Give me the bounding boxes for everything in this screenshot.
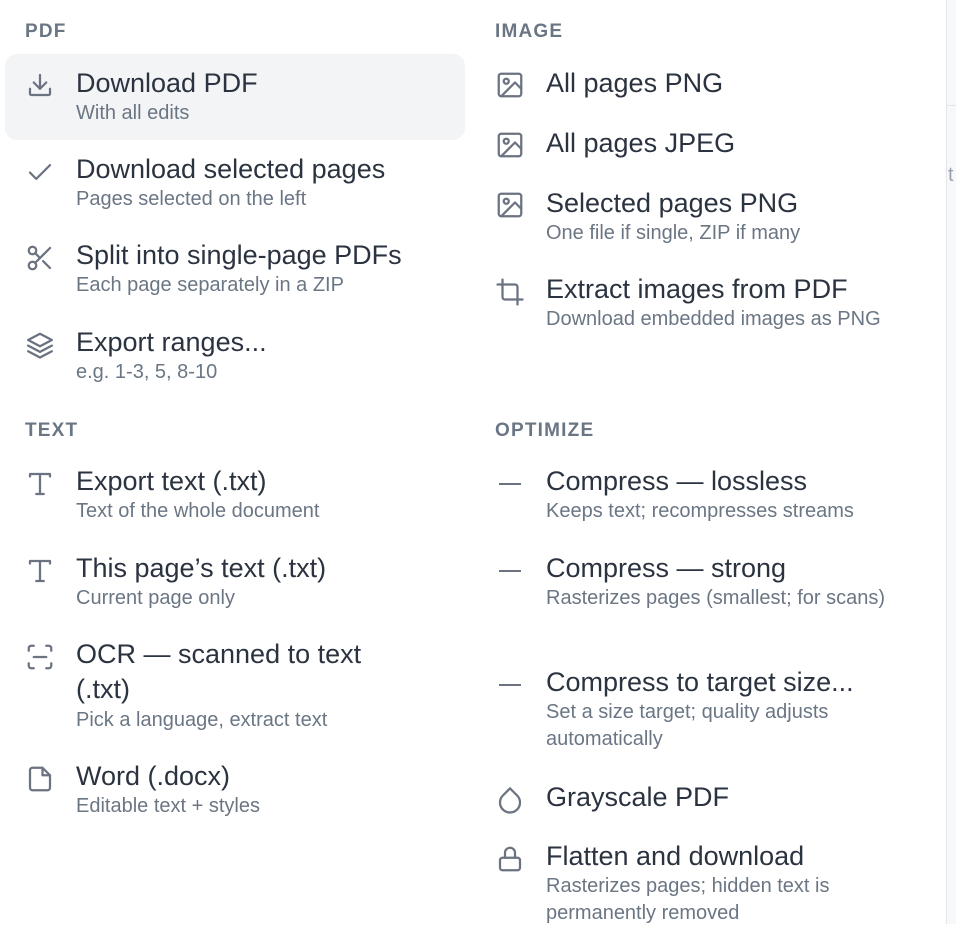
compress-lossless-label: Compress — lossless — [546, 466, 808, 496]
crop-icon — [495, 277, 525, 307]
download-selected-pages-sub: Pages selected on the left — [76, 188, 307, 210]
download-selected-pages-label: Download selected pages — [76, 154, 386, 184]
grayscale-pdf-item[interactable]: Grayscale PDF — [475, 772, 935, 826]
section-title-text: TEXT — [25, 420, 79, 441]
ocr-item[interactable]: OCR — scanned to text (.txt) Pick a lang… — [5, 629, 465, 737]
split-single-page-sub: Each page separately in a ZIP — [76, 274, 344, 296]
section-title-optimize: OPTIMIZE — [495, 420, 595, 441]
page-text-item[interactable]: This page’s text (.txt) Current page onl… — [5, 543, 465, 619]
selected-pages-png-label: Selected pages PNG — [546, 188, 799, 218]
minus-icon — [495, 469, 525, 499]
compress-target-item[interactable]: Compress to target size... Set a size ta… — [475, 657, 935, 757]
download-icon — [25, 70, 55, 100]
section-title-image: IMAGE — [495, 21, 564, 42]
layers-icon — [25, 330, 55, 360]
lock-icon — [495, 844, 525, 874]
compress-lossless-item[interactable]: Compress — lossless Keeps text; recompre… — [475, 456, 935, 532]
split-single-page-label: Split into single-page PDFs — [76, 240, 402, 270]
extract-images-sub: Download embedded images as PNG — [546, 308, 881, 330]
export-text-sub: Text of the whole document — [76, 500, 320, 522]
compress-strong-label: Compress — strong — [546, 553, 787, 583]
word-docx-label: Word (.docx) — [76, 761, 231, 791]
text-icon — [25, 556, 55, 586]
background-divider — [947, 105, 956, 106]
flatten-download-item[interactable]: Flatten and download Rasterizes pages; h… — [475, 831, 935, 924]
check-icon — [25, 157, 55, 187]
flatten-download-sub: Rasterizes pages; hidden text is permane… — [546, 875, 830, 924]
ocr-sub: Pick a language, extract text — [76, 709, 328, 731]
image-icon — [495, 70, 525, 100]
ocr-label: OCR — scanned to text (.txt) — [76, 639, 362, 704]
compress-lossless-sub: Keeps text; recompresses streams — [546, 500, 854, 522]
split-single-page-item[interactable]: Split into single-page PDFs Each page se… — [5, 230, 465, 306]
page-text-label: This page’s text (.txt) — [76, 553, 327, 583]
download-pdf-label: Download PDF — [76, 68, 258, 98]
word-docx-sub: Editable text + styles — [76, 795, 260, 817]
compress-strong-sub: Rasterizes pages (smallest; for scans) — [546, 587, 886, 609]
text-icon — [25, 469, 55, 499]
export-ranges-sub: e.g. 1-3, 5, 8-10 — [76, 361, 218, 383]
background-text-fragment: t — [948, 164, 954, 186]
extract-images-item[interactable]: Extract images from PDF Download embedde… — [475, 264, 935, 366]
export-ranges-label: Export ranges... — [76, 327, 267, 357]
selected-pages-png-sub: One file if single, ZIP if many — [546, 222, 801, 244]
all-pages-jpeg-label: All pages JPEG — [546, 128, 736, 158]
image-icon — [495, 190, 525, 220]
download-pdf-item[interactable]: Download PDF With all edits — [5, 54, 465, 140]
minus-icon — [495, 556, 525, 586]
export-text-item[interactable]: Export text (.txt) Text of the whole doc… — [5, 456, 465, 532]
flatten-download-label: Flatten and download — [546, 841, 805, 871]
scan-text-icon — [25, 642, 55, 672]
image-icon — [495, 130, 525, 160]
extract-images-label: Extract images from PDF — [546, 274, 848, 304]
word-docx-item[interactable]: Word (.docx) Editable text + styles — [5, 751, 465, 827]
background-edge — [946, 0, 956, 924]
grayscale-pdf-label: Grayscale PDF — [546, 782, 730, 812]
all-pages-jpeg-item[interactable]: All pages JPEG — [475, 118, 935, 172]
export-text-label: Export text (.txt) — [76, 466, 267, 496]
export-menu-panel: PDF Download PDF With all edits Download… — [0, 0, 946, 924]
droplet-icon — [495, 785, 525, 815]
selected-pages-png-item[interactable]: Selected pages PNG One file if single, Z… — [475, 177, 935, 253]
section-title-pdf: PDF — [25, 21, 67, 42]
minus-icon — [495, 670, 525, 700]
scissors-icon — [25, 243, 55, 273]
page-text-sub: Current page only — [76, 587, 235, 609]
export-ranges-item[interactable]: Export ranges... e.g. 1-3, 5, 8-10 — [5, 317, 465, 393]
all-pages-png-item[interactable]: All pages PNG — [475, 58, 935, 112]
download-pdf-sub: With all edits — [76, 102, 190, 124]
compress-target-sub: Set a size target; quality adjusts autom… — [546, 701, 829, 750]
compress-strong-item[interactable]: Compress — strong Rasterizes pages (smal… — [475, 543, 935, 643]
all-pages-png-label: All pages PNG — [546, 68, 724, 98]
compress-target-label: Compress to target size... — [546, 667, 854, 697]
download-selected-pages-item[interactable]: Download selected pages Pages selected o… — [5, 144, 465, 220]
file-icon — [25, 764, 55, 794]
